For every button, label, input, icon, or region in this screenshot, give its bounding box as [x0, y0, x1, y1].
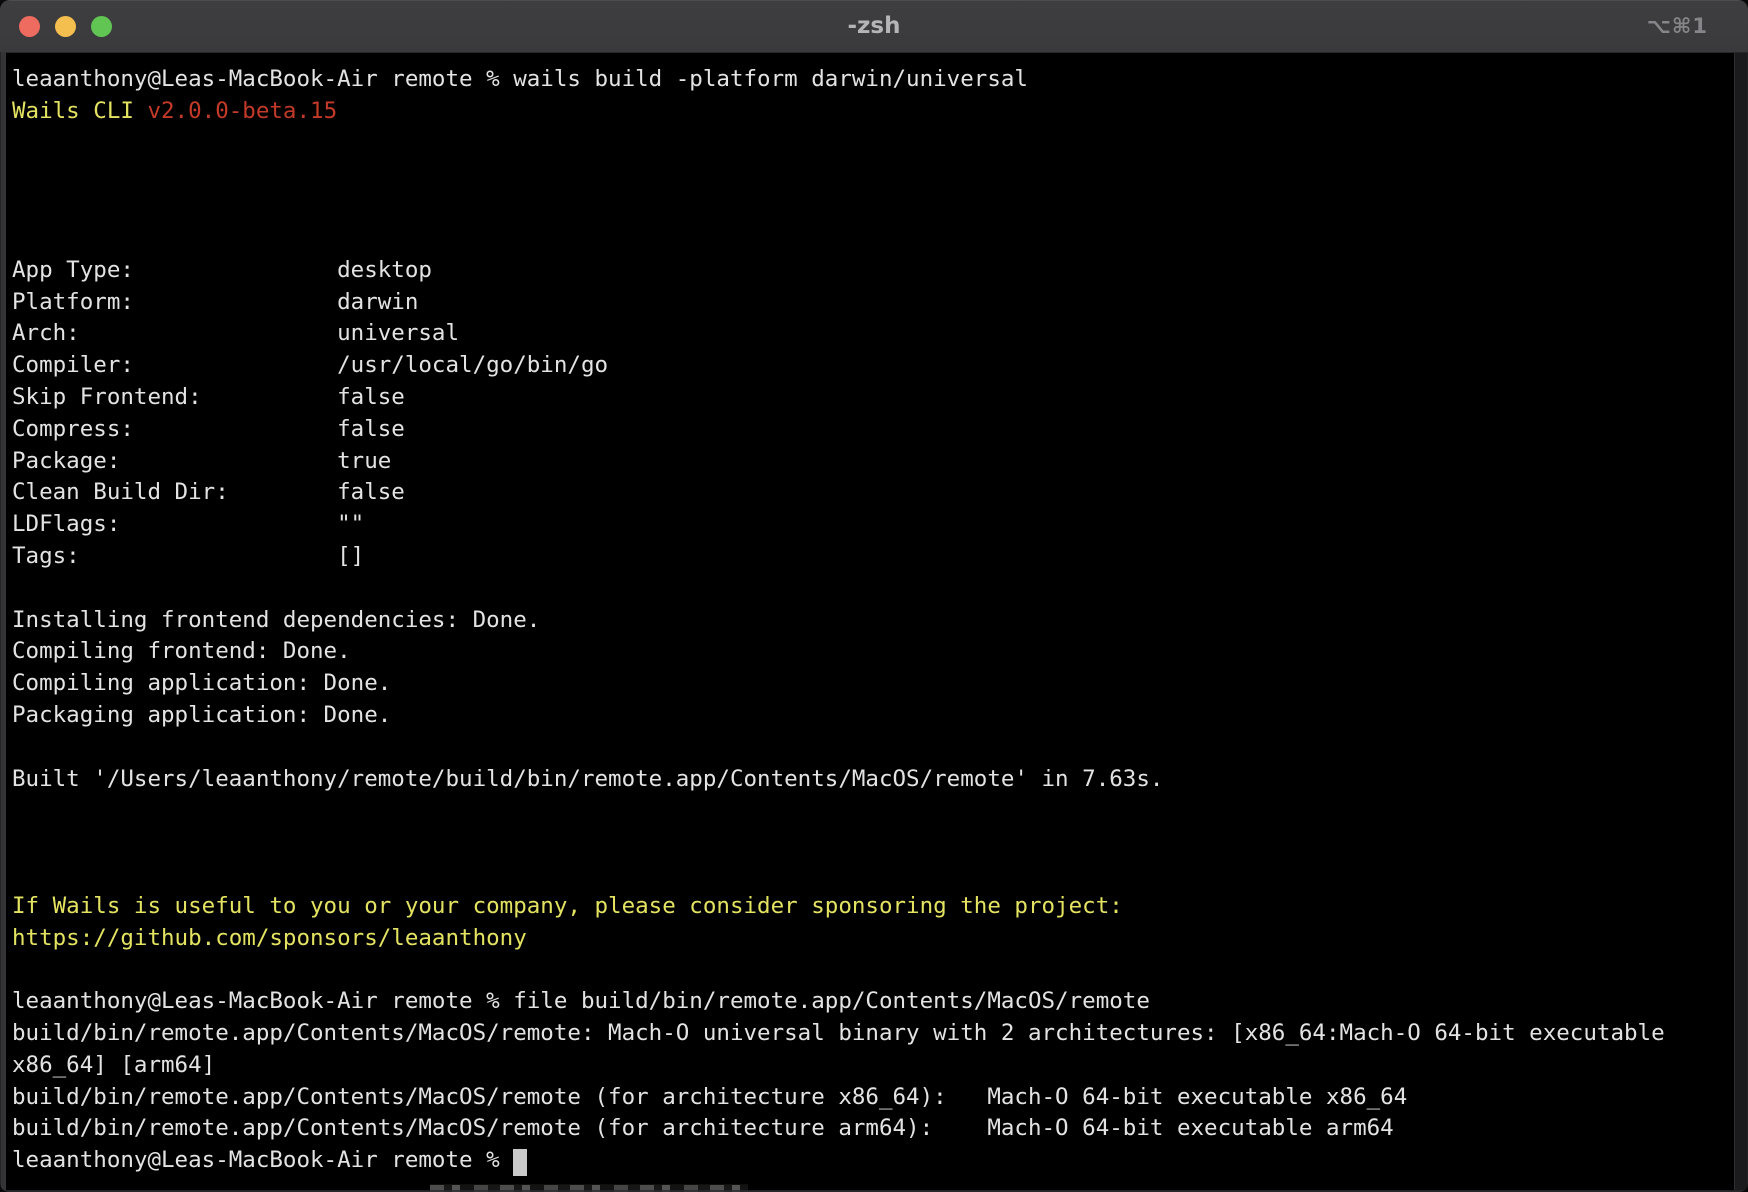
terminal-text-segment: Packaging application: Done. — [12, 702, 391, 728]
tab-shortcut-badge: ⌥⌘1 — [1647, 0, 1708, 52]
terminal-line — [12, 954, 1734, 986]
terminal-output[interactable]: leaanthony@Leas-MacBook-Air remote % wai… — [7, 52, 1734, 1192]
terminal-line: Arch: universal — [12, 318, 1734, 350]
terminal-line — [12, 191, 1734, 223]
terminal-line: leaanthony@Leas-MacBook-Air remote % wai… — [12, 64, 1734, 96]
terminal-line: Installing frontend dependencies: Done. — [12, 605, 1734, 637]
terminal-text-segment: x86_64] [arm64] — [12, 1052, 215, 1078]
window-title: -zsh — [0, 0, 1748, 52]
terminal-text-segment: Clean Build Dir: false — [12, 479, 405, 505]
terminal-text-segment: build/bin/remote.app/Contents/MacOS/remo… — [12, 1020, 1665, 1046]
terminal-text-segment: Installing frontend dependencies: Done. — [12, 607, 540, 633]
terminal-line — [12, 795, 1734, 827]
terminal-text-segment: leaanthony@Leas-MacBook-Air remote % wai… — [12, 66, 1028, 92]
terminal-text-segment: Tags: [] — [12, 543, 364, 569]
terminal-line — [12, 859, 1734, 891]
terminal-line: Built '/Users/leaanthony/remote/build/bi… — [12, 764, 1734, 796]
terminal-text-segment: Compiling frontend: Done. — [12, 638, 351, 664]
terminal-text-segment: v2.0.0-beta.15 — [147, 98, 337, 124]
terminal-line: https://github.com/sponsors/leaanthony — [12, 923, 1734, 955]
terminal-text-segment: Package: true — [12, 448, 391, 474]
terminal-line: Wails CLI v2.0.0-beta.15 — [12, 96, 1734, 128]
terminal-text-segment: Skip Frontend: false — [12, 384, 405, 410]
terminal-text-segment: Built '/Users/leaanthony/remote/build/bi… — [12, 766, 1163, 792]
terminal-text-segment: https://github.com/sponsors/leaanthony — [12, 925, 527, 951]
terminal-line: x86_64] [arm64] — [12, 1050, 1734, 1082]
terminal-text-segment: App Type: desktop — [12, 257, 432, 283]
terminal-line — [12, 159, 1734, 191]
terminal-line: build/bin/remote.app/Contents/MacOS/remo… — [12, 1082, 1734, 1114]
terminal-line: LDFlags: "" — [12, 509, 1734, 541]
terminal-text-segment: Compiling application: Done. — [12, 670, 391, 696]
terminal-text-segment: If Wails is useful to you or your compan… — [12, 893, 1123, 919]
terminal-text-segment: build/bin/remote.app/Contents/MacOS/remo… — [12, 1084, 1407, 1110]
terminal-text-segment: Platform: darwin — [12, 289, 418, 315]
terminal-line: build/bin/remote.app/Contents/MacOS/remo… — [12, 1113, 1734, 1145]
terminal-window: -zsh ⌥⌘1 leaanthony@Leas-MacBook-Air rem… — [0, 0, 1748, 1192]
terminal-line: Compiling application: Done. — [12, 668, 1734, 700]
terminal-line — [12, 827, 1734, 859]
terminal-text-segment: Compress: false — [12, 416, 405, 442]
terminal-line — [12, 128, 1734, 160]
terminal-line: Compress: false — [12, 414, 1734, 446]
terminal-line: If Wails is useful to you or your compan… — [12, 891, 1734, 923]
terminal-text-segment: LDFlags: "" — [12, 511, 364, 537]
terminal-line: Platform: darwin — [12, 287, 1734, 319]
terminal-text-segment: build/bin/remote.app/Contents/MacOS/remo… — [12, 1115, 1394, 1141]
terminal-text-segment: leaanthony@Leas-MacBook-Air remote % fil… — [12, 988, 1150, 1014]
terminal-line: leaanthony@Leas-MacBook-Air remote % fil… — [12, 986, 1734, 1018]
terminal-line: Compiling frontend: Done. — [12, 636, 1734, 668]
terminal-text-segment: leaanthony@Leas-MacBook-Air remote % — [12, 1147, 513, 1173]
terminal-line — [12, 732, 1734, 764]
terminal-line — [12, 573, 1734, 605]
terminal-line: App Type: desktop — [12, 255, 1734, 287]
terminal-text-segment: Arch: universal — [12, 320, 459, 346]
terminal-line: build/bin/remote.app/Contents/MacOS/remo… — [12, 1018, 1734, 1050]
terminal-text-segment: Wails CLI — [12, 98, 147, 124]
terminal-line: Skip Frontend: false — [12, 382, 1734, 414]
titlebar[interactable]: -zsh ⌥⌘1 — [0, 0, 1748, 53]
terminal-line: Package: true — [12, 446, 1734, 478]
terminal-text-segment: Compiler: /usr/local/go/bin/go — [12, 352, 608, 378]
terminal-line — [12, 223, 1734, 255]
terminal-line: Tags: [] — [12, 541, 1734, 573]
scrollbar[interactable] — [1734, 53, 1747, 1190]
terminal-line: Packaging application: Done. — [12, 700, 1734, 732]
terminal-line: Clean Build Dir: false — [12, 477, 1734, 509]
terminal-cursor — [513, 1149, 527, 1176]
terminal-line: leaanthony@Leas-MacBook-Air remote % — [12, 1145, 1734, 1177]
terminal-line: Compiler: /usr/local/go/bin/go — [12, 350, 1734, 382]
window-left-edge — [1, 52, 6, 1190]
